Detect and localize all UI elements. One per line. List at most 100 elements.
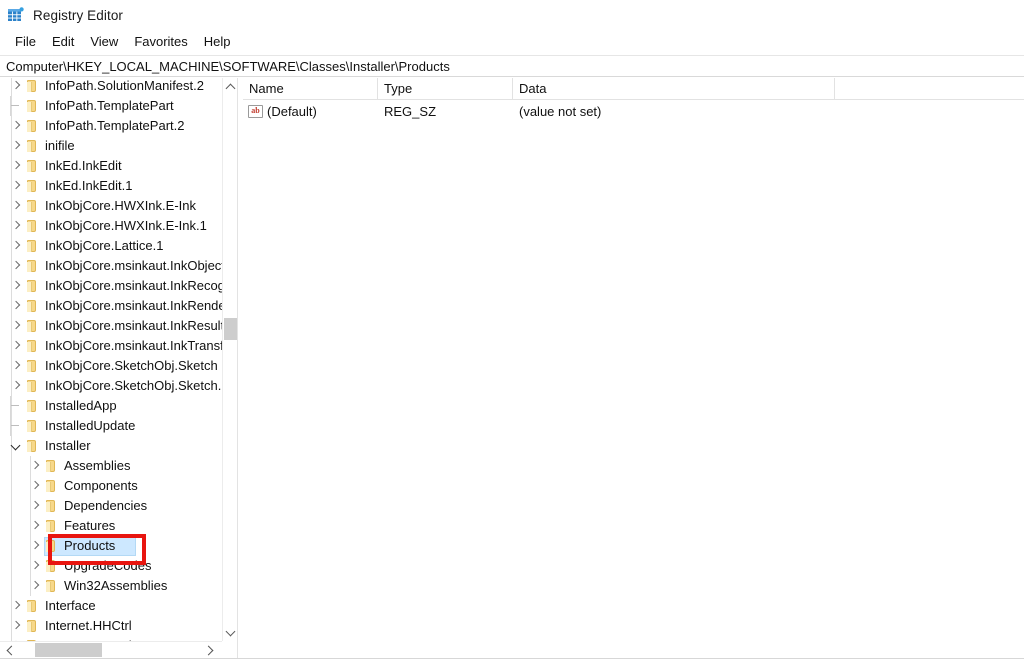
- scroll-left-button[interactable]: [2, 642, 18, 658]
- tree-item-label: inifile: [45, 138, 75, 153]
- folder-icon: [25, 99, 40, 113]
- horizontal-scrollbar-thumb[interactable]: [35, 643, 102, 657]
- chevron-right-icon[interactable]: [8, 136, 25, 156]
- menu-help[interactable]: Help: [196, 32, 239, 52]
- tree-item[interactable]: inifile: [0, 136, 222, 156]
- tree-vertical-scrollbar[interactable]: [222, 78, 237, 641]
- tree-item[interactable]: InkObjCore.msinkaut.InkRenderer: [0, 296, 222, 316]
- chevron-right-icon[interactable]: [8, 276, 25, 296]
- tree-item[interactable]: Dependencies: [0, 496, 222, 516]
- tree-item[interactable]: InfoPath.SolutionManifest.2: [0, 78, 222, 96]
- folder-icon: [44, 479, 59, 493]
- tree-item[interactable]: InkObjCore.HWXInk.E-Ink: [0, 196, 222, 216]
- tree-item[interactable]: InkObjCore.msinkaut.InkTransform: [0, 336, 222, 356]
- chevron-right-icon[interactable]: [8, 156, 25, 176]
- tree-item[interactable]: InfoPath.TemplatePart.2: [0, 116, 222, 136]
- chevron-right-icon[interactable]: [8, 616, 25, 636]
- tree-item[interactable]: InkEd.InkEdit: [0, 156, 222, 176]
- tree-item[interactable]: Win32Assemblies: [0, 576, 222, 596]
- scroll-up-button[interactable]: [223, 78, 237, 95]
- chevron-right-icon[interactable]: [8, 78, 25, 96]
- chevron-right-icon[interactable]: [27, 536, 44, 556]
- tree-guide-line: [11, 556, 12, 576]
- tree-item-label: InkObjCore.SketchObj.Sketch.1: [45, 378, 222, 393]
- chevron-right-icon[interactable]: [8, 196, 25, 216]
- tree-item[interactable]: InkObjCore.msinkaut.InkRecognizer: [0, 276, 222, 296]
- tree-item[interactable]: InkObjCore.HWXInk.E-Ink.1: [0, 216, 222, 236]
- registry-editor-window: Registry Editor File Edit View Favorites…: [0, 0, 1024, 659]
- tree-item[interactable]: InkObjCore.SketchObj.Sketch: [0, 356, 222, 376]
- registry-editor-icon: [7, 6, 25, 24]
- tree-horizontal-scrollbar[interactable]: [0, 641, 222, 658]
- tree-item[interactable]: InstalledApp: [0, 396, 222, 416]
- chevron-right-icon[interactable]: [8, 356, 25, 376]
- tree-item[interactable]: InstalledUpdate: [0, 416, 222, 436]
- chevron-right-icon[interactable]: [8, 376, 25, 396]
- tree-item-label: Win32Assemblies: [64, 578, 168, 593]
- value-type-cell: REG_SZ: [384, 103, 437, 119]
- tree-guide-line: [11, 516, 12, 536]
- tree-item[interactable]: Assemblies: [0, 456, 222, 476]
- chevron-right-icon[interactable]: [8, 316, 25, 336]
- chevron-right-icon[interactable]: [8, 596, 25, 616]
- folder-icon: [25, 619, 40, 633]
- chevron-right-icon[interactable]: [8, 176, 25, 196]
- value-row[interactable]: ab (Default) REG_SZ (value not set): [243, 100, 1024, 122]
- chevron-right-icon[interactable]: [8, 256, 25, 276]
- tree-item-label: InkEd.InkEdit.1: [45, 178, 133, 193]
- scroll-right-button[interactable]: [202, 642, 218, 658]
- chevron-right-icon[interactable]: [27, 476, 44, 496]
- folder-icon: [25, 299, 40, 313]
- chevron-right-icon[interactable]: [27, 556, 44, 576]
- menu-edit[interactable]: Edit: [44, 32, 82, 52]
- column-header-type[interactable]: Type: [378, 78, 513, 99]
- chevron-right-icon[interactable]: [27, 516, 44, 536]
- scroll-down-button[interactable]: [223, 624, 237, 641]
- chevron-right-icon[interactable]: [8, 236, 25, 256]
- column-header-data[interactable]: Data: [513, 78, 835, 99]
- tree-item[interactable]: InfoPath.TemplatePart: [0, 96, 222, 116]
- chevron-right-icon[interactable]: [8, 216, 25, 236]
- menu-favorites[interactable]: Favorites: [126, 32, 195, 52]
- tree-item[interactable]: Components: [0, 476, 222, 496]
- tree-leaf-connector-icon: [8, 96, 25, 116]
- folder-icon: [25, 359, 40, 373]
- vertical-scrollbar-thumb[interactable]: [224, 318, 237, 340]
- column-header-name[interactable]: Name: [243, 78, 378, 99]
- tree-item[interactable]: Interface: [0, 596, 222, 616]
- chevron-right-icon[interactable]: [8, 336, 25, 356]
- values-column-headers: Name Type Data: [243, 78, 1024, 100]
- tree-item[interactable]: InkObjCore.SketchObj.Sketch.1: [0, 376, 222, 396]
- tree-item-label: InkObjCore.Lattice.1: [45, 238, 164, 253]
- tree-guide-line: [11, 496, 12, 516]
- folder-icon: [44, 499, 59, 513]
- tree-item[interactable]: Internet.HHCtrl: [0, 616, 222, 636]
- chevron-down-icon[interactable]: [8, 436, 25, 456]
- registry-tree-viewport: InfoPath.SolutionManifest.2 InfoPath.Temp…: [0, 78, 222, 641]
- tree-item[interactable]: InkEd.InkEdit.1: [0, 176, 222, 196]
- chevron-right-icon[interactable]: [27, 456, 44, 476]
- menu-file[interactable]: File: [7, 32, 44, 52]
- tree-item[interactable]: InkObjCore.msinkaut.InkResult: [0, 316, 222, 336]
- tree-item-label: Assemblies: [64, 458, 131, 473]
- tree-item[interactable]: UpgradeCodes: [0, 556, 222, 576]
- folder-icon: [25, 399, 40, 413]
- menu-view[interactable]: View: [82, 32, 126, 52]
- chevron-right-icon[interactable]: [27, 576, 44, 596]
- tree-item[interactable]: Installer: [0, 436, 222, 456]
- chevron-right-icon[interactable]: [8, 296, 25, 316]
- tree-item[interactable]: InkObjCore.msinkaut.InkObject: [0, 256, 222, 276]
- tree-item-selected[interactable]: Products: [0, 536, 222, 556]
- tree-item[interactable]: Features: [0, 516, 222, 536]
- registry-path: Computer\HKEY_LOCAL_MACHINE\SOFTWARE\Cla…: [6, 58, 450, 74]
- chevron-right-icon[interactable]: [27, 496, 44, 516]
- chevron-right-icon[interactable]: [8, 116, 25, 136]
- address-bar[interactable]: Computer\HKEY_LOCAL_MACHINE\SOFTWARE\Cla…: [0, 55, 1024, 77]
- tree-item[interactable]: InkObjCore.Lattice.1: [0, 236, 222, 256]
